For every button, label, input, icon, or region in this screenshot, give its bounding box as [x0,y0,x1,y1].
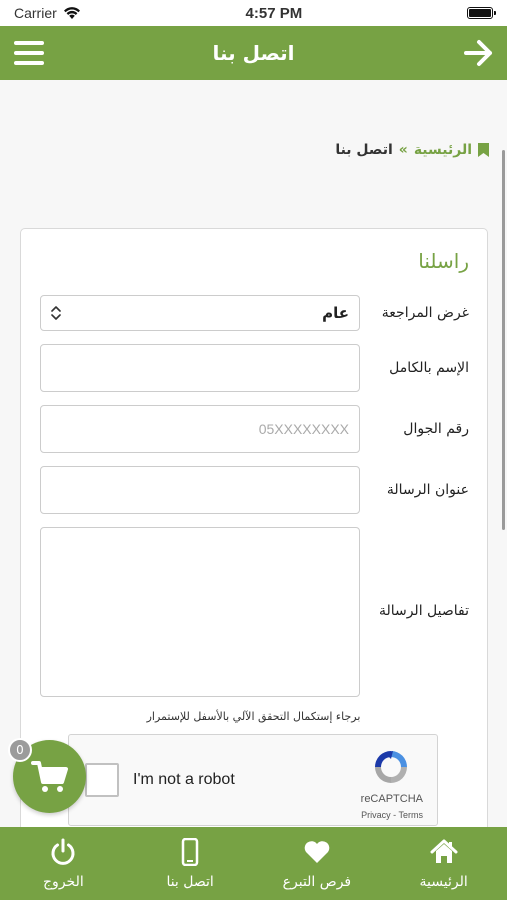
recaptcha-links[interactable]: Privacy - Terms [361,810,423,820]
recaptcha-widget: I'm not a robot reCAPTCHA Privacy - Term… [68,734,438,826]
bottom-tab-bar: الرئيسية فرص التبرع اتصل بنا الخروج [0,827,507,900]
menu-icon-bar [14,61,44,65]
tab-contact-us[interactable]: اتصل بنا [127,827,254,900]
purpose-select[interactable]: عام [40,295,360,331]
subject-input[interactable] [40,466,360,514]
breadcrumb: الرئيسية » اتصل بنا [335,142,489,158]
menu-icon-bar [14,51,44,55]
content-area[interactable]: الرئيسية » اتصل بنا راسلنا غرض المراجعة … [0,80,507,827]
battery-icon [466,7,496,19]
wifi-icon [63,7,80,19]
breadcrumb-current: اتصل بنا [335,142,393,158]
recaptcha-checkbox[interactable] [85,763,119,797]
select-arrows-icon [51,306,61,320]
scroll-indicator[interactable] [502,150,505,530]
name-label: الإسم بالكامل [389,360,469,376]
menu-icon-bar [14,41,44,45]
tab-home-label: الرئيسية [419,873,468,890]
recaptcha-brand: reCAPTCHA [360,793,423,805]
details-textarea[interactable] [40,527,360,697]
tab-home[interactable]: الرئيسية [380,827,507,900]
phone-input[interactable] [40,405,360,453]
full-name-input[interactable] [40,344,360,392]
purpose-select-value: عام [322,304,349,322]
tab-logout[interactable]: الخروج [0,827,127,900]
phone-icon [181,837,199,866]
tab-donation-label: فرص التبرع [282,873,352,890]
app-header: اتصل بنا [0,26,507,80]
carrier-label: Carrier [14,5,57,21]
tab-contact-label: اتصل بنا [166,873,214,890]
status-bar: Carrier 4:57 PM [0,0,507,26]
form-title: راسلنا [418,249,469,273]
bookmark-icon [478,143,489,157]
home-icon [430,839,458,863]
status-time: 4:57 PM [245,4,303,22]
back-arrow-icon[interactable] [463,38,495,68]
power-icon [51,838,75,865]
breadcrumb-separator: » [398,142,408,158]
purpose-label: غرض المراجعة [381,305,469,321]
tab-donation-opportunities[interactable]: فرص التبرع [254,827,381,900]
details-label: تفاصيل الرسالة [378,603,469,619]
subject-label: عنوان الرسالة [386,482,469,498]
heart-icon [304,840,330,863]
breadcrumb-home-link[interactable]: الرئيسية [414,142,472,158]
cart-icon [30,760,68,792]
captcha-note: برجاء إستكمال التحقق الآلي بالأسفل للإست… [146,710,361,723]
status-left: Carrier [14,5,81,21]
recaptcha-label: I'm not a robot [133,771,235,788]
menu-button[interactable] [14,39,44,67]
recaptcha-logo-icon [375,751,407,783]
cart-count-badge: 0 [8,738,32,762]
tab-logout-label: الخروج [43,873,84,890]
phone-label: رقم الجوال [403,421,469,437]
page-title: اتصل بنا [212,41,295,65]
